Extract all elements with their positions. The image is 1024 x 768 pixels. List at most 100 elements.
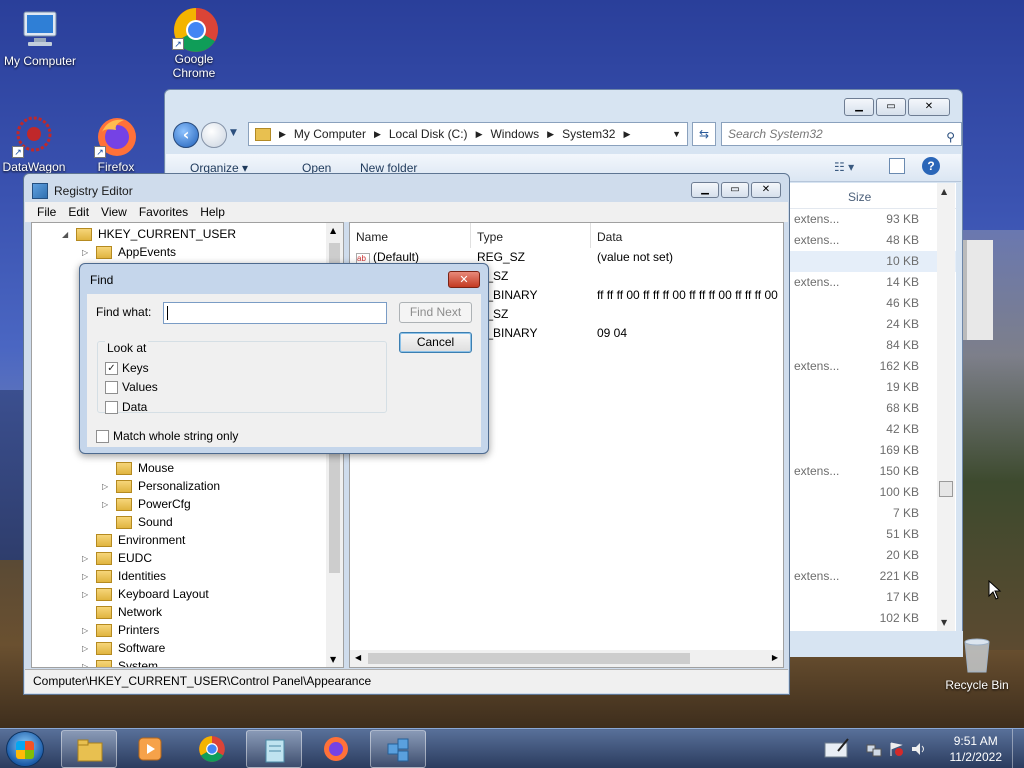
file-row[interactable]: extens... 221 KB [790, 566, 956, 587]
tree-node[interactable]: Sound [102, 513, 173, 531]
tree-node[interactable]: ▷ Identities [82, 567, 166, 585]
tree-node[interactable]: Mouse [102, 459, 174, 477]
data-checkbox[interactable]: Data [105, 400, 147, 414]
breadcrumb-local-disk[interactable]: Local Disk (C:) [389, 127, 468, 141]
menu-view[interactable]: View [101, 202, 127, 222]
breadcrumb-separator-icon[interactable]: ▶ [547, 129, 554, 140]
values-horizontal-scrollbar[interactable]: ◀ ▶ [350, 650, 783, 667]
tree-expander-icon[interactable]: ▷ [102, 500, 112, 509]
tree-node[interactable]: ▷ Software [82, 639, 165, 657]
tree-expander-icon[interactable]: ▷ [82, 590, 92, 599]
column-header-name[interactable]: Name [350, 223, 471, 248]
checkbox-match-whole-box[interactable] [96, 429, 109, 443]
desktop-icon-datawagon[interactable]: ↗ DataWagon [0, 114, 74, 174]
file-row[interactable]: 42 KB [790, 419, 956, 440]
tree-expander-icon[interactable]: ▷ [82, 248, 92, 257]
taskbar-clock[interactable]: 9:51 AM 11/2/2022 [950, 733, 1003, 765]
taskbar-media-player[interactable] [122, 730, 178, 768]
find-close-button[interactable]: ✕ [448, 271, 480, 288]
column-header-size[interactable]: Size [790, 183, 956, 209]
tree-expander-icon[interactable]: ◢ [62, 230, 72, 239]
file-row[interactable]: 169 KB [790, 440, 956, 461]
tree-node[interactable]: ◢ HKEY_CURRENT_USER [62, 225, 236, 243]
network-icon[interactable] [866, 741, 882, 757]
preview-pane-icon[interactable] [889, 158, 905, 174]
close-button[interactable]: ✕ [908, 98, 950, 116]
tree-node[interactable]: ▷ Personalization [102, 477, 220, 495]
desktop-icon-firefox[interactable]: ↗ Firefox [76, 114, 156, 174]
menu-favorites[interactable]: Favorites [139, 202, 188, 222]
show-desktop-button[interactable] [1012, 729, 1024, 768]
scroll-up-icon[interactable]: ▲ [330, 226, 336, 235]
refresh-button[interactable]: ⇆ [692, 122, 716, 146]
tree-expander-icon[interactable]: ▷ [102, 482, 112, 491]
pen-input-icon[interactable] [824, 737, 850, 759]
taskbar-firefox[interactable] [308, 730, 364, 768]
file-row[interactable]: 46 KB [790, 293, 956, 314]
breadcrumb-my-computer[interactable]: My Computer [294, 127, 366, 141]
value-name-cell[interactable]: ab (Default) [356, 250, 419, 264]
action-center-flag-icon[interactable] [888, 741, 904, 757]
menu-edit[interactable]: Edit [68, 202, 89, 222]
file-row[interactable]: extens... 14 KB [790, 272, 956, 293]
taskbar-chrome[interactable] [184, 730, 240, 768]
tree-expander-icon[interactable]: ▷ [82, 626, 92, 635]
tree-expander-icon[interactable]: ▷ [82, 572, 92, 581]
tree-expander-icon[interactable]: ▷ [82, 644, 92, 653]
tree-expander-icon[interactable]: ▷ [82, 554, 92, 563]
file-row[interactable]: 102 KB [790, 608, 956, 629]
file-row[interactable]: extens... 162 KB [790, 356, 956, 377]
file-row[interactable]: 20 KB [790, 545, 956, 566]
file-row[interactable]: 51 KB [790, 524, 956, 545]
back-button[interactable]: ‹ [173, 122, 199, 148]
tree-node[interactable]: ▷ Keyboard Layout [82, 585, 209, 603]
keys-checkbox[interactable]: ✓ Keys [105, 361, 149, 375]
minimize-button[interactable]: ▁ [844, 98, 874, 116]
tree-node[interactable]: Network [82, 603, 162, 621]
cancel-button[interactable]: Cancel [399, 332, 472, 353]
search-input[interactable]: Search System32 ⚲ [721, 122, 962, 146]
menu-file[interactable]: File [37, 202, 56, 222]
tree-node[interactable]: ▷ AppEvents [82, 243, 176, 261]
scrollbar-thumb[interactable] [939, 481, 953, 497]
help-icon[interactable]: ? [922, 157, 940, 175]
checkbox-keys-box[interactable]: ✓ [105, 361, 118, 375]
file-row[interactable]: 84 KB [790, 335, 956, 356]
volume-icon[interactable] [910, 741, 926, 757]
file-list-scrollbar[interactable]: ▲ ▼ [937, 183, 955, 631]
column-header-data[interactable]: Data [591, 223, 783, 248]
tree-node[interactable]: ▷ Printers [82, 621, 159, 639]
checkbox-data-box[interactable] [105, 400, 118, 414]
forward-button[interactable] [201, 122, 227, 148]
find-what-input[interactable] [163, 302, 387, 324]
taskbar-explorer[interactable] [61, 730, 117, 768]
breadcrumb-separator-icon[interactable]: ▶ [623, 129, 630, 140]
file-row[interactable]: 68 KB [790, 398, 956, 419]
desktop-icon-recycle-bin[interactable]: Recycle Bin [937, 632, 1017, 692]
taskbar-notepad[interactable] [246, 730, 302, 768]
file-row[interactable]: 100 KB [790, 482, 956, 503]
scroll-down-icon[interactable]: ▼ [941, 618, 947, 627]
address-bar[interactable]: ▶ My Computer ▶ Local Disk (C:) ▶ Window… [248, 122, 688, 146]
breadcrumb-separator-icon[interactable]: ▶ [476, 129, 483, 140]
search-icon[interactable]: ⚲ [946, 126, 955, 148]
address-dropdown-icon[interactable]: ▼ [672, 129, 681, 139]
checkbox-values-box[interactable] [105, 380, 118, 394]
tree-expander-icon[interactable]: ▷ [82, 662, 92, 668]
recent-pages-icon[interactable]: ▼ [230, 128, 237, 138]
file-row[interactable]: 10 KB [790, 251, 956, 272]
find-dialog[interactable]: Find ✕ Find what: Find Next Cancel Look … [79, 263, 489, 454]
values-checkbox[interactable]: Values [105, 380, 158, 394]
file-row[interactable]: 19 KB [790, 377, 956, 398]
minimize-button[interactable]: ▁ [691, 182, 719, 198]
find-next-button[interactable]: Find Next [399, 302, 472, 323]
scroll-up-icon[interactable]: ▲ [941, 187, 947, 196]
taskbar-registry-editor[interactable] [370, 730, 426, 768]
file-row[interactable]: 7 KB [790, 503, 956, 524]
tree-node[interactable]: ▷ EUDC [82, 549, 152, 567]
file-row[interactable]: extens... 150 KB [790, 461, 956, 482]
maximize-button[interactable]: ▭ [721, 182, 749, 198]
file-row[interactable]: extens... 48 KB [790, 230, 956, 251]
scroll-left-icon[interactable]: ◀ [355, 653, 361, 662]
scroll-right-icon[interactable]: ▶ [772, 653, 778, 662]
